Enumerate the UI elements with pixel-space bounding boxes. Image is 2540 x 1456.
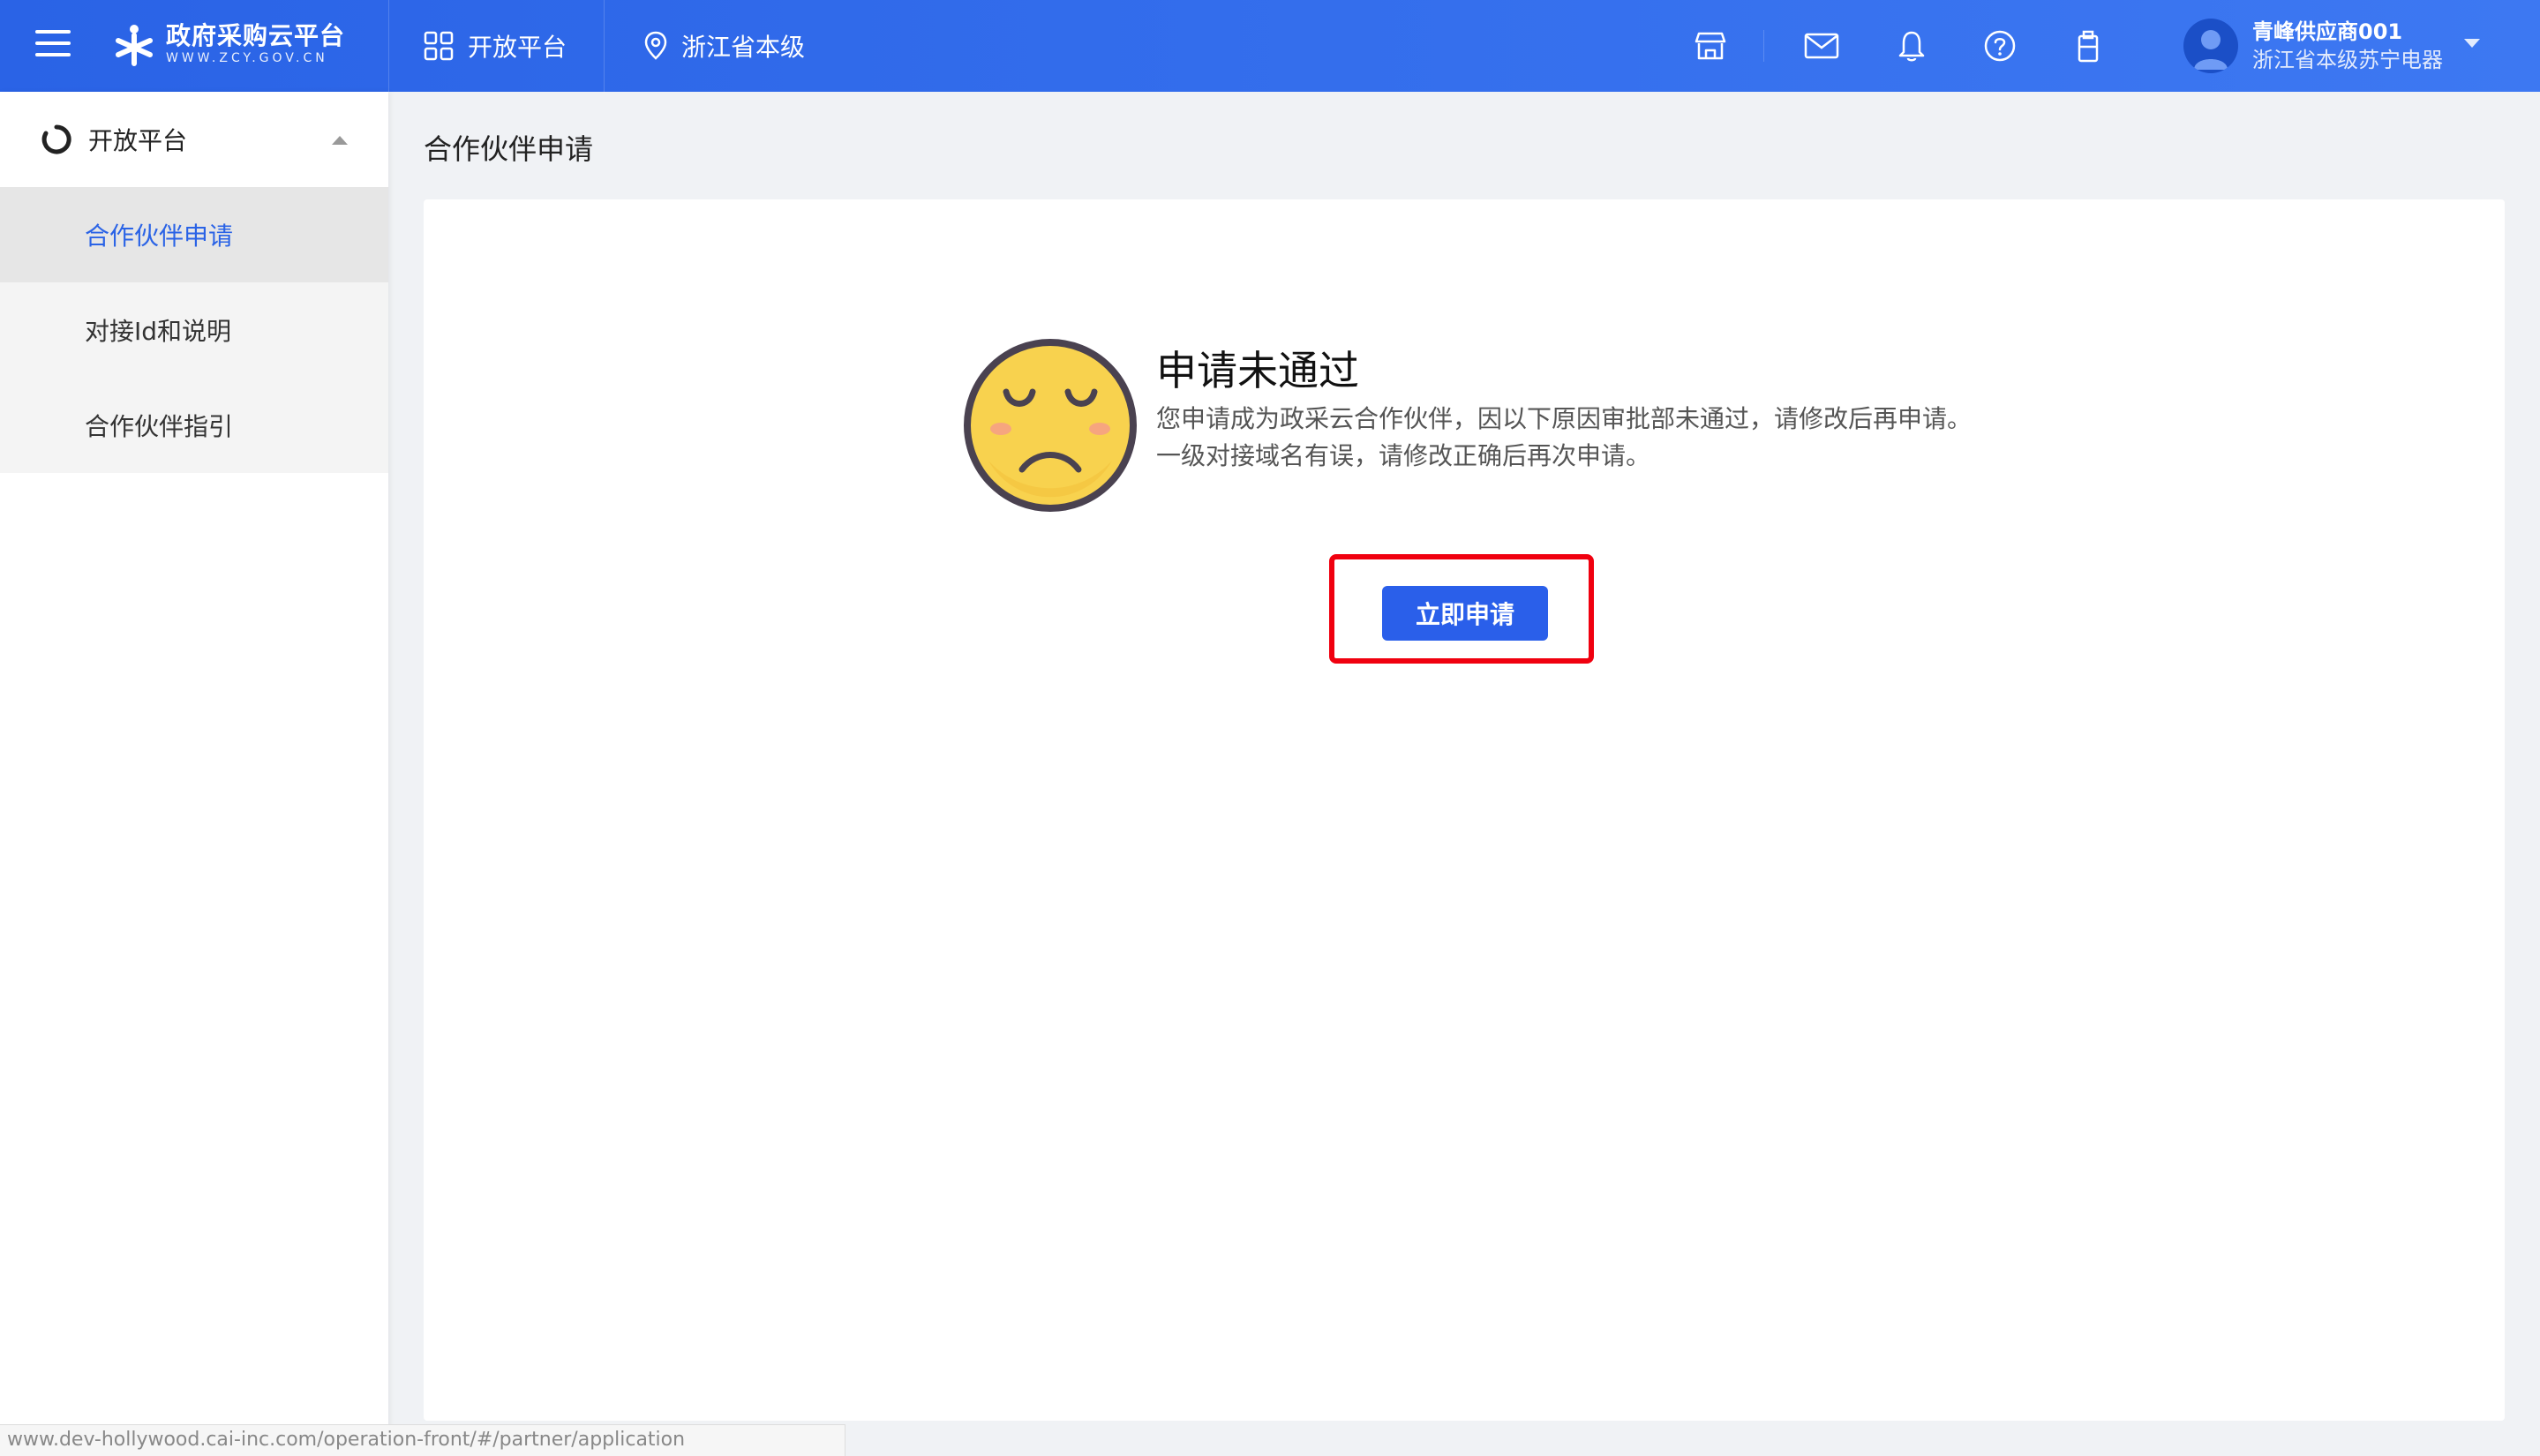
sidebar-item-label: 合作伙伴申请 [85,221,234,251]
result-reason: 一级对接域名有误，请修改正确后再次申请。 [1156,441,1651,470]
user-name: 青峰供应商001 [2252,19,2403,44]
result-description: 您申请成为政采云合作伙伴，因以下原因审批部未通过，请修改后再申请。 [1156,404,1973,433]
sidebar-group-open-platform[interactable]: 开放平台 [0,92,388,187]
divider [604,0,605,92]
help-icon[interactable] [1982,28,2018,64]
sidebar-item-label: 对接Id和说明 [85,317,232,346]
nav-region-label: 浙江省本级 [681,33,806,62]
nav-region[interactable]: 浙江省本级 [644,0,805,92]
user-menu[interactable]: 青峰供应商001 浙江省本级苏宁电器 [2183,16,2443,76]
logo-subtitle: WWW.ZCY.GOV.CN [166,51,328,65]
avatar [2183,19,2238,73]
chevron-down-icon[interactable] [2464,39,2480,48]
clipboard-icon[interactable] [2070,28,2106,64]
sidebar-item-integration-id[interactable]: 对接Id和说明 [0,282,388,378]
result-block: 申请未通过 您申请成为政采云合作伙伴，因以下原因审批部未通过，请修改后再申请。 … [962,337,1972,514]
bell-icon[interactable] [1894,28,1929,64]
shop-icon[interactable] [1693,28,1728,64]
logo-icon [116,25,153,66]
location-icon [644,31,667,60]
grid-icon [424,31,454,61]
logo[interactable]: 政府采购云平台 WWW.ZCY.GOV.CN [111,21,345,67]
status-url: www.dev-hollywood.cai-inc.com/operation-… [0,1424,845,1456]
logo-title: 政府采购云平台 [166,21,346,50]
nav-open-platform-label: 开放平台 [468,33,567,62]
result-title: 申请未通过 [1156,347,1359,394]
sidebar-submenu: 合作伙伴申请 对接Id和说明 合作伙伴指引 [0,187,388,473]
sidebar-item-partner-guide[interactable]: 合作伙伴指引 [0,378,388,473]
nav-open-platform[interactable]: 开放平台 [424,0,567,92]
divider [388,0,389,92]
top-header: 政府采购云平台 WWW.ZCY.GOV.CN 开放平台 浙江省本级 青峰供应商0… [0,0,2540,92]
sidebar-group-label: 开放平台 [88,126,188,155]
apply-now-button[interactable]: 立即申请 [1382,586,1548,641]
page-title: 合作伙伴申请 [424,132,594,166]
loading-ring-icon [41,124,71,154]
sidebar-item-partner-application[interactable]: 合作伙伴申请 [0,187,388,282]
user-org: 浙江省本级苏宁电器 [2252,48,2443,72]
menu-icon[interactable] [35,30,71,60]
sidebar: 开放平台 合作伙伴申请 对接Id和说明 合作伙伴指引 [0,92,388,1456]
sad-face-icon [964,339,1137,512]
sidebar-item-label: 合作伙伴指引 [85,412,234,441]
divider [1763,30,1764,62]
chevron-up-icon [332,136,348,145]
mail-icon[interactable] [1804,28,1839,64]
